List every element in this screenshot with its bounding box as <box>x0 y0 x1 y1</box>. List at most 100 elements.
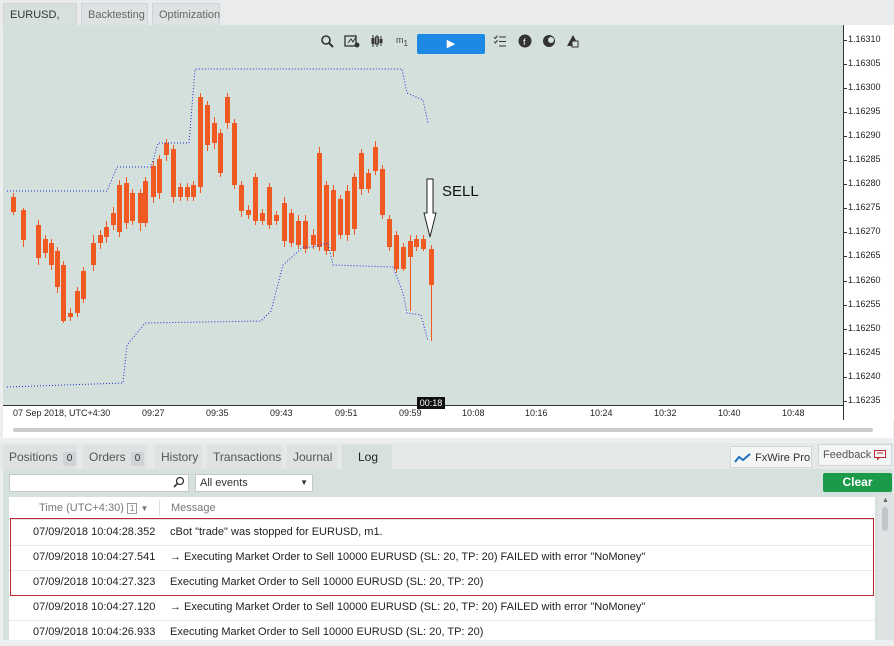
candle-body <box>212 123 217 143</box>
candle-body <box>198 97 203 187</box>
feedback-icon <box>874 449 887 461</box>
search-icon[interactable] <box>173 476 185 491</box>
candle-body <box>36 225 41 258</box>
feedback-button[interactable]: Feedback <box>818 444 892 466</box>
time-tick: 09:59 <box>399 408 422 418</box>
candle-body <box>289 213 294 243</box>
tab-orders-label: Orders <box>89 450 126 464</box>
candle-body <box>55 251 60 287</box>
play-icon: ▶ <box>446 38 456 50</box>
clear-log-button[interactable]: Clear <box>823 473 892 492</box>
candlestick-chart[interactable] <box>3 25 843 405</box>
chevron-down-icon: ▼ <box>300 478 308 487</box>
candle-body <box>43 239 48 253</box>
candle-body <box>75 291 80 313</box>
tab-transactions[interactable]: Transactions <box>207 445 282 469</box>
event-filter-value: All events <box>200 477 248 489</box>
log-vertical-scrollbar[interactable]: ▲ <box>878 495 894 640</box>
candle-body <box>164 143 169 155</box>
zoom-icon[interactable] <box>317 34 337 54</box>
social-icon[interactable]: f <box>515 34 535 54</box>
log-message: Executing Market Order to Sell 10000 EUR… <box>170 626 484 638</box>
log-row[interactable]: 07/09/2018 10:04:27.323 Executing Market … <box>9 570 875 596</box>
tab-positions[interactable]: Positions 0 <box>3 445 77 469</box>
candle-body <box>171 149 176 197</box>
candle-body <box>387 219 392 247</box>
scroll-thumb[interactable] <box>13 428 873 432</box>
candle-body <box>246 210 251 215</box>
time-tick: 10:32 <box>654 408 677 418</box>
time-tick: 10:40 <box>718 408 741 418</box>
sell-annotation: SELL <box>442 183 479 200</box>
shapes-icon[interactable] <box>563 34 583 54</box>
price-tick: 1.16285 <box>843 154 881 165</box>
tab-optimization[interactable]: Optimization <box>152 3 220 25</box>
candle-body <box>117 185 122 232</box>
log-row[interactable]: 07/09/2018 10:04:26.933 Executing Market … <box>9 620 875 646</box>
candles-icon[interactable] <box>367 34 387 54</box>
candle-body <box>303 221 308 249</box>
price-axis[interactable]: 1.16310 1.16305 1.16300 1.16295 1.16290 1.162… <box>843 25 894 420</box>
candle-body <box>260 213 265 221</box>
time-tick: 09:51 <box>335 408 358 418</box>
chart-panel: SELL m1 ▶ f 1.16310 1.16305 1.16300 1.16… <box>3 25 894 438</box>
sell-arrow-icon <box>423 178 437 238</box>
log-row[interactable]: 07/09/2018 10:04:27.120 → Executing Marke… <box>9 595 875 621</box>
candle-body <box>311 235 316 245</box>
log-scroll-thumb[interactable] <box>882 507 888 531</box>
candle-body <box>124 183 129 223</box>
column-message[interactable]: Message <box>171 502 216 514</box>
theme-icon[interactable] <box>539 34 559 54</box>
log-row[interactable]: 07/09/2018 10:04:28.352 cBot "trade" was … <box>9 520 875 546</box>
time-tick: 09:43 <box>270 408 293 418</box>
log-time: 07/09/2018 10:04:28.352 <box>33 526 156 538</box>
list-icon[interactable] <box>490 34 510 54</box>
chart-horizontal-scrollbar[interactable] <box>3 421 893 438</box>
settings-icon[interactable] <box>342 34 362 54</box>
candle-body <box>225 97 230 123</box>
log-row[interactable]: 07/09/2018 10:04:27.541 → Executing Marke… <box>9 545 875 571</box>
tab-eurusd-m1[interactable]: EURUSD, m1 <box>3 3 77 43</box>
candle-body <box>331 190 336 251</box>
tab-backtesting[interactable]: Backtesting <box>81 3 148 25</box>
candle-body <box>401 247 406 269</box>
price-tick: 1.16275 <box>843 202 881 213</box>
time-tick: 07 Sep 2018, UTC+4:30 <box>13 408 111 418</box>
candle-body <box>61 265 66 321</box>
log-time: 07/09/2018 10:04:26.933 <box>33 626 156 638</box>
scroll-up-icon[interactable]: ▲ <box>882 497 889 504</box>
tab-log[interactable]: Log <box>342 445 392 469</box>
candle-body <box>111 213 116 225</box>
chart-area[interactable]: SELL m1 ▶ f <box>3 25 843 405</box>
column-time[interactable]: Time (UTC+4:30) 1 ▼ <box>39 502 148 514</box>
candle-body <box>394 235 399 269</box>
candle-body <box>138 193 143 223</box>
candle-body <box>151 166 156 197</box>
timeframe-icon[interactable]: m1 <box>392 34 412 54</box>
tab-history[interactable]: History <box>155 445 202 469</box>
timeframe-label: m <box>396 35 404 45</box>
candle-body <box>352 177 357 229</box>
fxwire-pro-button[interactable]: FxWire Pro <box>730 446 812 468</box>
tab-orders[interactable]: Orders 0 <box>83 445 147 469</box>
candle-body <box>366 173 371 189</box>
candle-body <box>232 123 237 185</box>
price-tick: 1.16240 <box>843 370 881 381</box>
candle-body <box>104 227 109 237</box>
candle-body <box>429 249 434 285</box>
time-tick: 10:24 <box>590 408 613 418</box>
candle-body <box>267 187 272 225</box>
price-tick: 1.16300 <box>843 82 881 93</box>
log-search-input[interactable] <box>9 474 189 492</box>
candle-body <box>130 193 135 221</box>
column-divider[interactable] <box>159 500 160 516</box>
tab-journal[interactable]: Journal <box>287 445 337 469</box>
time-tick: 10:08 <box>462 408 485 418</box>
start-backtest-button[interactable]: ▶ <box>417 34 485 54</box>
event-filter-select[interactable]: All events ▼ <box>195 474 313 492</box>
candle-body <box>191 185 196 197</box>
candle-body <box>324 185 329 251</box>
price-tick: 1.16250 <box>843 322 881 333</box>
time-tick: 09:27 <box>142 408 165 418</box>
price-tick: 1.16270 <box>843 226 881 237</box>
